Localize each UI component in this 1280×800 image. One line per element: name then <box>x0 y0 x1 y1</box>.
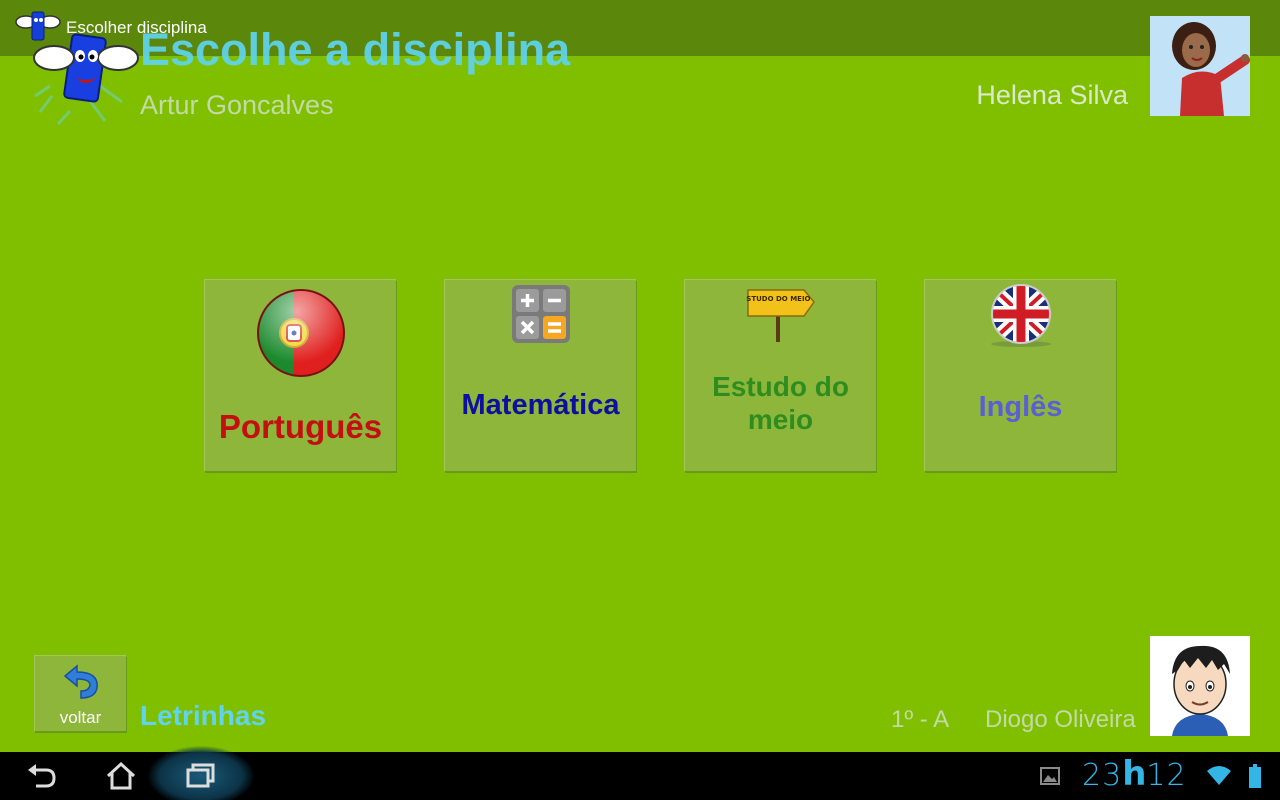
subject-label: Inglês <box>978 391 1063 423</box>
back-arrow-icon <box>28 764 56 788</box>
student-name: Artur Goncalves <box>140 90 334 120</box>
nav-back-button[interactable] <box>6 756 76 796</box>
signpost-text: ESTUDO DO MEIO <box>746 295 811 303</box>
recent-apps-icon <box>186 763 215 788</box>
clock-separator: h <box>1122 754 1147 794</box>
subject-label: Português <box>218 408 383 445</box>
undo-arrow-icon <box>63 664 98 699</box>
nav-recent-apps-button[interactable] <box>166 756 236 796</box>
user-name: Diogo Oliveira <box>985 706 1136 733</box>
teacher-name: Helena Silva <box>976 80 1128 110</box>
teacher-avatar[interactable] <box>1150 16 1250 116</box>
clock[interactable]: 23h12 <box>1082 754 1187 794</box>
battery-icon <box>1249 764 1261 788</box>
subject-tile-matematica[interactable]: Matemática <box>444 279 636 471</box>
subject-label: Matemática <box>461 389 620 421</box>
clock-minutes: 12 <box>1146 758 1187 793</box>
teacher-avatar-image <box>1150 16 1250 116</box>
wifi-icon <box>1207 766 1231 785</box>
clock-hours: 23 <box>1082 758 1123 793</box>
subject-label: Estudo do meio <box>712 371 849 436</box>
uk-flag-icon <box>990 284 1051 347</box>
class-label: 1º - A <box>891 706 950 733</box>
back-button[interactable]: voltar <box>34 655 126 731</box>
back-button-label: voltar <box>59 708 102 727</box>
mascot-logo <box>33 33 139 126</box>
subject-tile-estudo-do-meio[interactable]: ESTUDO DO MEIO Estudo do meio <box>684 279 876 471</box>
signpost-icon: ESTUDO DO MEIO <box>746 289 815 342</box>
system-navigation-bar: 23h12 <box>0 746 1280 800</box>
calculator-icon <box>511 285 570 343</box>
subject-tile-portugues[interactable]: Português <box>204 279 396 471</box>
portugal-flag-icon <box>256 289 345 377</box>
user-avatar-image <box>1150 636 1250 736</box>
user-avatar[interactable] <box>1150 636 1250 736</box>
page-title: Escolhe a disciplina <box>140 24 571 75</box>
subject-tile-ingles[interactable]: Inglês <box>924 279 1116 471</box>
gallery-notification-icon[interactable] <box>1040 767 1060 785</box>
nav-home-button[interactable] <box>86 756 156 796</box>
home-icon <box>106 761 136 790</box>
app-name: Letrinhas <box>140 700 267 731</box>
